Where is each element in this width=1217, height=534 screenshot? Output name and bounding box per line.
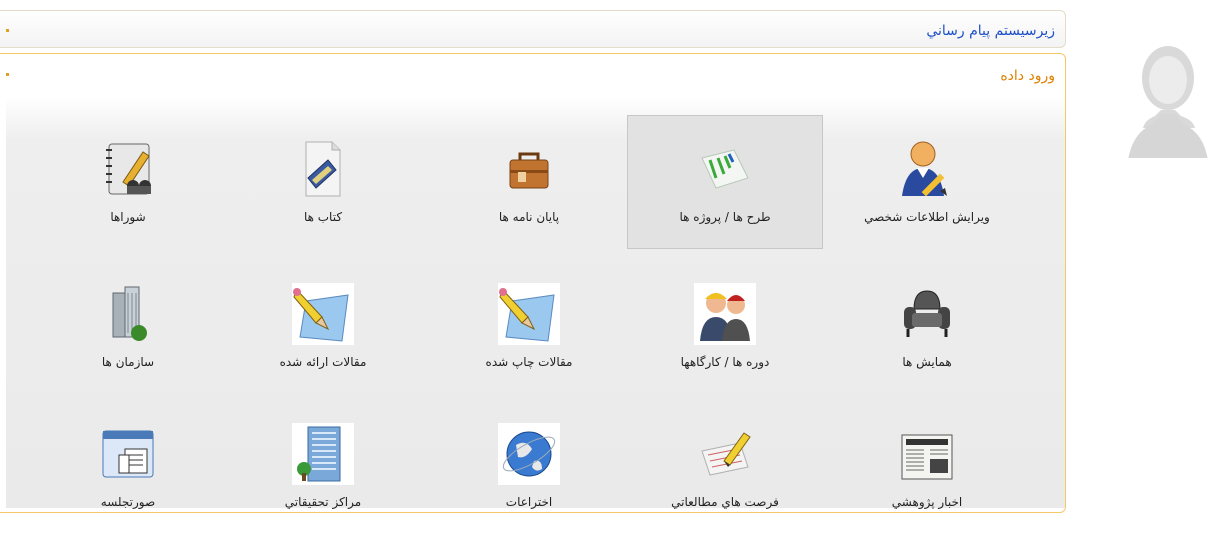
tile-conferences[interactable]: همايش ها [829,260,1025,394]
minutes-window-icon [102,430,154,478]
tile-study-opportunities[interactable]: فرصت هاي مطالعاتي [627,400,823,534]
briefcase-icon [509,152,549,189]
tile-label: اختراعات [505,495,553,509]
tile-inventions[interactable]: اختراعات [431,400,627,534]
pencil-paper-icon [498,283,560,345]
tile-label: دوره ها / كارگاهها [680,355,770,369]
edit-user-icon [902,141,947,197]
data-entry-title: ورود داده [1000,68,1055,84]
tile-edit-personal-info[interactable]: ويرايش اطلاعات شخصي [829,115,1025,249]
pencil-paper-icon [292,283,354,345]
tile-presented-papers[interactable]: مقالات ارائه شده [225,260,421,394]
tile-label: مراكز تحقيقاتي [284,495,362,509]
tile-label: همايش ها [902,355,952,369]
tile-courses-workshops[interactable]: دوره ها / كارگاهها [627,260,823,394]
panel-edge-marker [6,73,9,76]
armchair-icon [904,290,950,337]
newspaper-icon [901,434,953,480]
messaging-subsystem-panel[interactable]: زيرسيستم پيام رساني [0,10,1066,48]
tile-label: مقالات ارائه شده [279,355,367,369]
messaging-subsystem-title[interactable]: زيرسيستم پيام رساني [926,23,1055,39]
tile-label: كتاب ها [303,210,343,224]
tile-grid: ويرايش اطلاعات شخصي طرح ها / پروژه ها پا… [6,96,1065,509]
avatar-silhouette-icon [1123,46,1217,170]
tile-councils[interactable]: شوراها [30,115,226,249]
globe-icon [498,423,560,485]
tile-projects[interactable]: طرح ها / پروژه ها [627,115,823,249]
office-tower-icon [292,423,354,485]
panel-edge-marker [6,29,9,32]
study-pencil-icon [701,432,751,476]
tile-label: طرح ها / پروژه ها [679,210,771,224]
tile-label: شوراها [110,210,146,224]
tile-label: ويرايش اطلاعات شخصي [864,210,990,224]
tile-label: فرصت هاي مطالعاتي [671,495,779,509]
tile-theses[interactable]: پايان نامه ها [431,115,627,249]
tile-label: مقالات چاپ شده [485,355,573,369]
tile-published-papers[interactable]: مقالات چاپ شده [431,260,627,394]
tile-label: پايان نامه ها [498,210,560,224]
tile-label: اخبار پژوهشي [891,495,963,509]
tile-label: سازمان ها [101,355,155,369]
tile-research-news[interactable]: اخبار پژوهشي [829,400,1025,534]
workers-icon [694,283,756,345]
tile-organizations[interactable]: سازمان ها [30,260,226,394]
book-icon [305,141,341,197]
tile-label: صورتجلسه [100,495,156,509]
tile-meeting-minutes[interactable]: صورتجلسه [30,400,226,534]
tile-research-centers[interactable]: مراكز تحقيقاتي [225,400,421,534]
buildings-icon [112,286,147,341]
project-chart-icon [701,149,749,189]
tile-books[interactable]: كتاب ها [225,115,421,249]
council-notebook-icon [106,143,151,195]
